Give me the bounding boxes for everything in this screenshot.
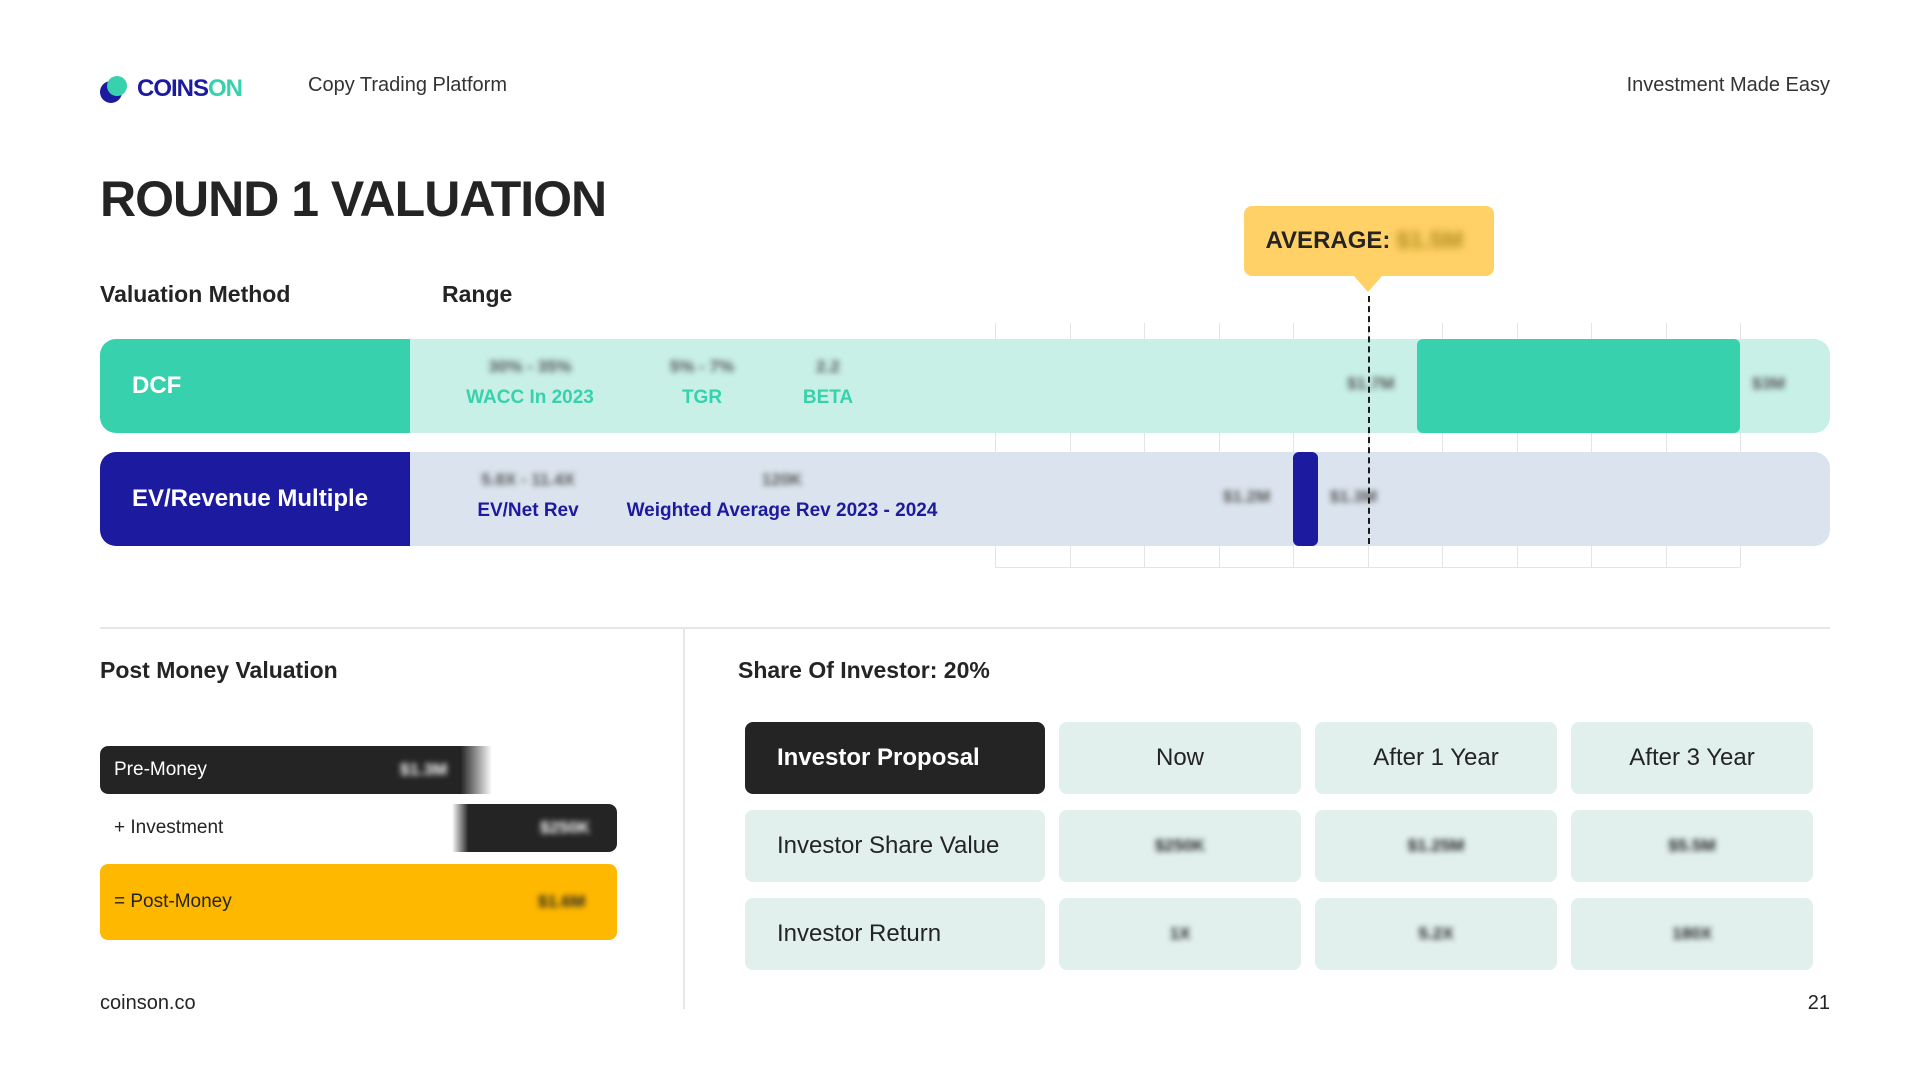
row-track: 5.8X - 11.4X EV/Net Rev 120K Weighted Avera… [410, 452, 1830, 546]
table-cell: $250K [1059, 810, 1301, 882]
row-parameter: 30% - 35% WACC In 2023 [466, 357, 594, 409]
row-label: EV/Revenue Multiple [100, 452, 410, 546]
parameter-value: 30% - 35% [488, 357, 572, 376]
range-high-label: $3M [1752, 374, 1786, 393]
row-parameter: 5% - 7% TGR [670, 357, 734, 409]
parameter-label: Weighted Average Rev 2023 - 2024 [626, 500, 938, 521]
post-money-bar: = Post-Money $1.6M [100, 864, 617, 940]
post-money-title: Post Money Valuation [100, 657, 338, 683]
chart-baseline [995, 567, 1740, 568]
average-label: AVERAGE: [1265, 227, 1391, 254]
range-low-label: $1.2M [1223, 487, 1271, 506]
parameter-label: TGR [681, 387, 723, 408]
parameter-label: BETA [802, 387, 854, 408]
row-label: DCF [100, 339, 410, 433]
parameter-label: EV/Net Rev [477, 500, 579, 521]
row-parameter: 120K Weighted Average Rev 2023 - 2024 [627, 470, 938, 522]
section-divider-vertical [683, 629, 685, 1009]
section-divider-horizontal [100, 627, 1830, 629]
parameter-value: 5% - 7% [669, 357, 735, 376]
pre-money-value: $1.3M [400, 760, 448, 779]
cell-value: $5.5M [1668, 836, 1716, 855]
parameter-value: 5.8X - 11.4X [481, 470, 575, 489]
row-label-return: Investor Return [745, 898, 1045, 970]
range-bar [1293, 452, 1318, 546]
parameter-value: 120K [761, 470, 803, 489]
cell-value: 180X [1672, 924, 1712, 943]
table-cell: $5.5M [1571, 810, 1813, 882]
investment-label: + Investment [114, 817, 224, 838]
post-money-label: = Post-Money [114, 891, 232, 912]
row-parameter: 5.8X - 11.4X EV/Net Rev [477, 470, 578, 522]
investor-share-title: Share Of Investor: 20% [738, 657, 990, 683]
chart-row-dcf: DCF 30% - 35% WACC In 2023 5% - 7% TGR 2.2 BE… [100, 339, 1830, 433]
row-track: 30% - 35% WACC In 2023 5% - 7% TGR 2.2 BETA $1… [410, 339, 1830, 433]
cell-value: $1.25M [1407, 836, 1465, 855]
table-cell: 5.2X [1315, 898, 1557, 970]
table-cell: $1.25M [1315, 810, 1557, 882]
range-high-label: $1.3M [1329, 487, 1378, 506]
table-cell: 1X [1059, 898, 1301, 970]
post-money-value: $1.6M [538, 892, 586, 911]
row-parameter: 2.2 BETA [803, 357, 853, 409]
range-low-label: $1.7M [1347, 374, 1395, 393]
pre-money-bar: Pre-Money $1.3M [100, 746, 492, 794]
pre-money-label: Pre-Money [114, 759, 207, 780]
average-callout: AVERAGE: $1.5M [1243, 206, 1494, 276]
valuation-range-chart: DCF 30% - 35% WACC In 2023 5% - 7% TGR 2.2 BE… [0, 0, 1920, 600]
column-after-1-year: After 1 Year [1315, 722, 1557, 794]
average-marker-line [1367, 296, 1370, 544]
parameter-label: WACC In 2023 [466, 387, 594, 408]
footer-website[interactable]: coinson.co [100, 992, 196, 1015]
investment-value: $250K [540, 818, 591, 837]
column-now: Now [1059, 722, 1301, 794]
investment-bar: $250K [452, 804, 617, 852]
cell-value: 5.2X [1418, 924, 1454, 943]
page-number: 21 [1807, 992, 1830, 1014]
average-callout-pointer [1353, 276, 1382, 292]
chart-row-ev-revenue: EV/Revenue Multiple 5.8X - 11.4X EV/Net R… [100, 452, 1830, 546]
investor-proposal-header: Investor Proposal [745, 722, 1045, 794]
column-after-3-year: After 3 Year [1571, 722, 1813, 794]
average-value: $1.5M [1396, 227, 1464, 254]
row-label-share-value: Investor Share Value [745, 810, 1045, 882]
range-bar [1417, 339, 1740, 433]
cell-value: 1X [1169, 924, 1191, 943]
cell-value: $250K [1154, 836, 1206, 855]
table-cell: 180X [1571, 898, 1813, 970]
parameter-value: 2.2 [816, 357, 840, 376]
